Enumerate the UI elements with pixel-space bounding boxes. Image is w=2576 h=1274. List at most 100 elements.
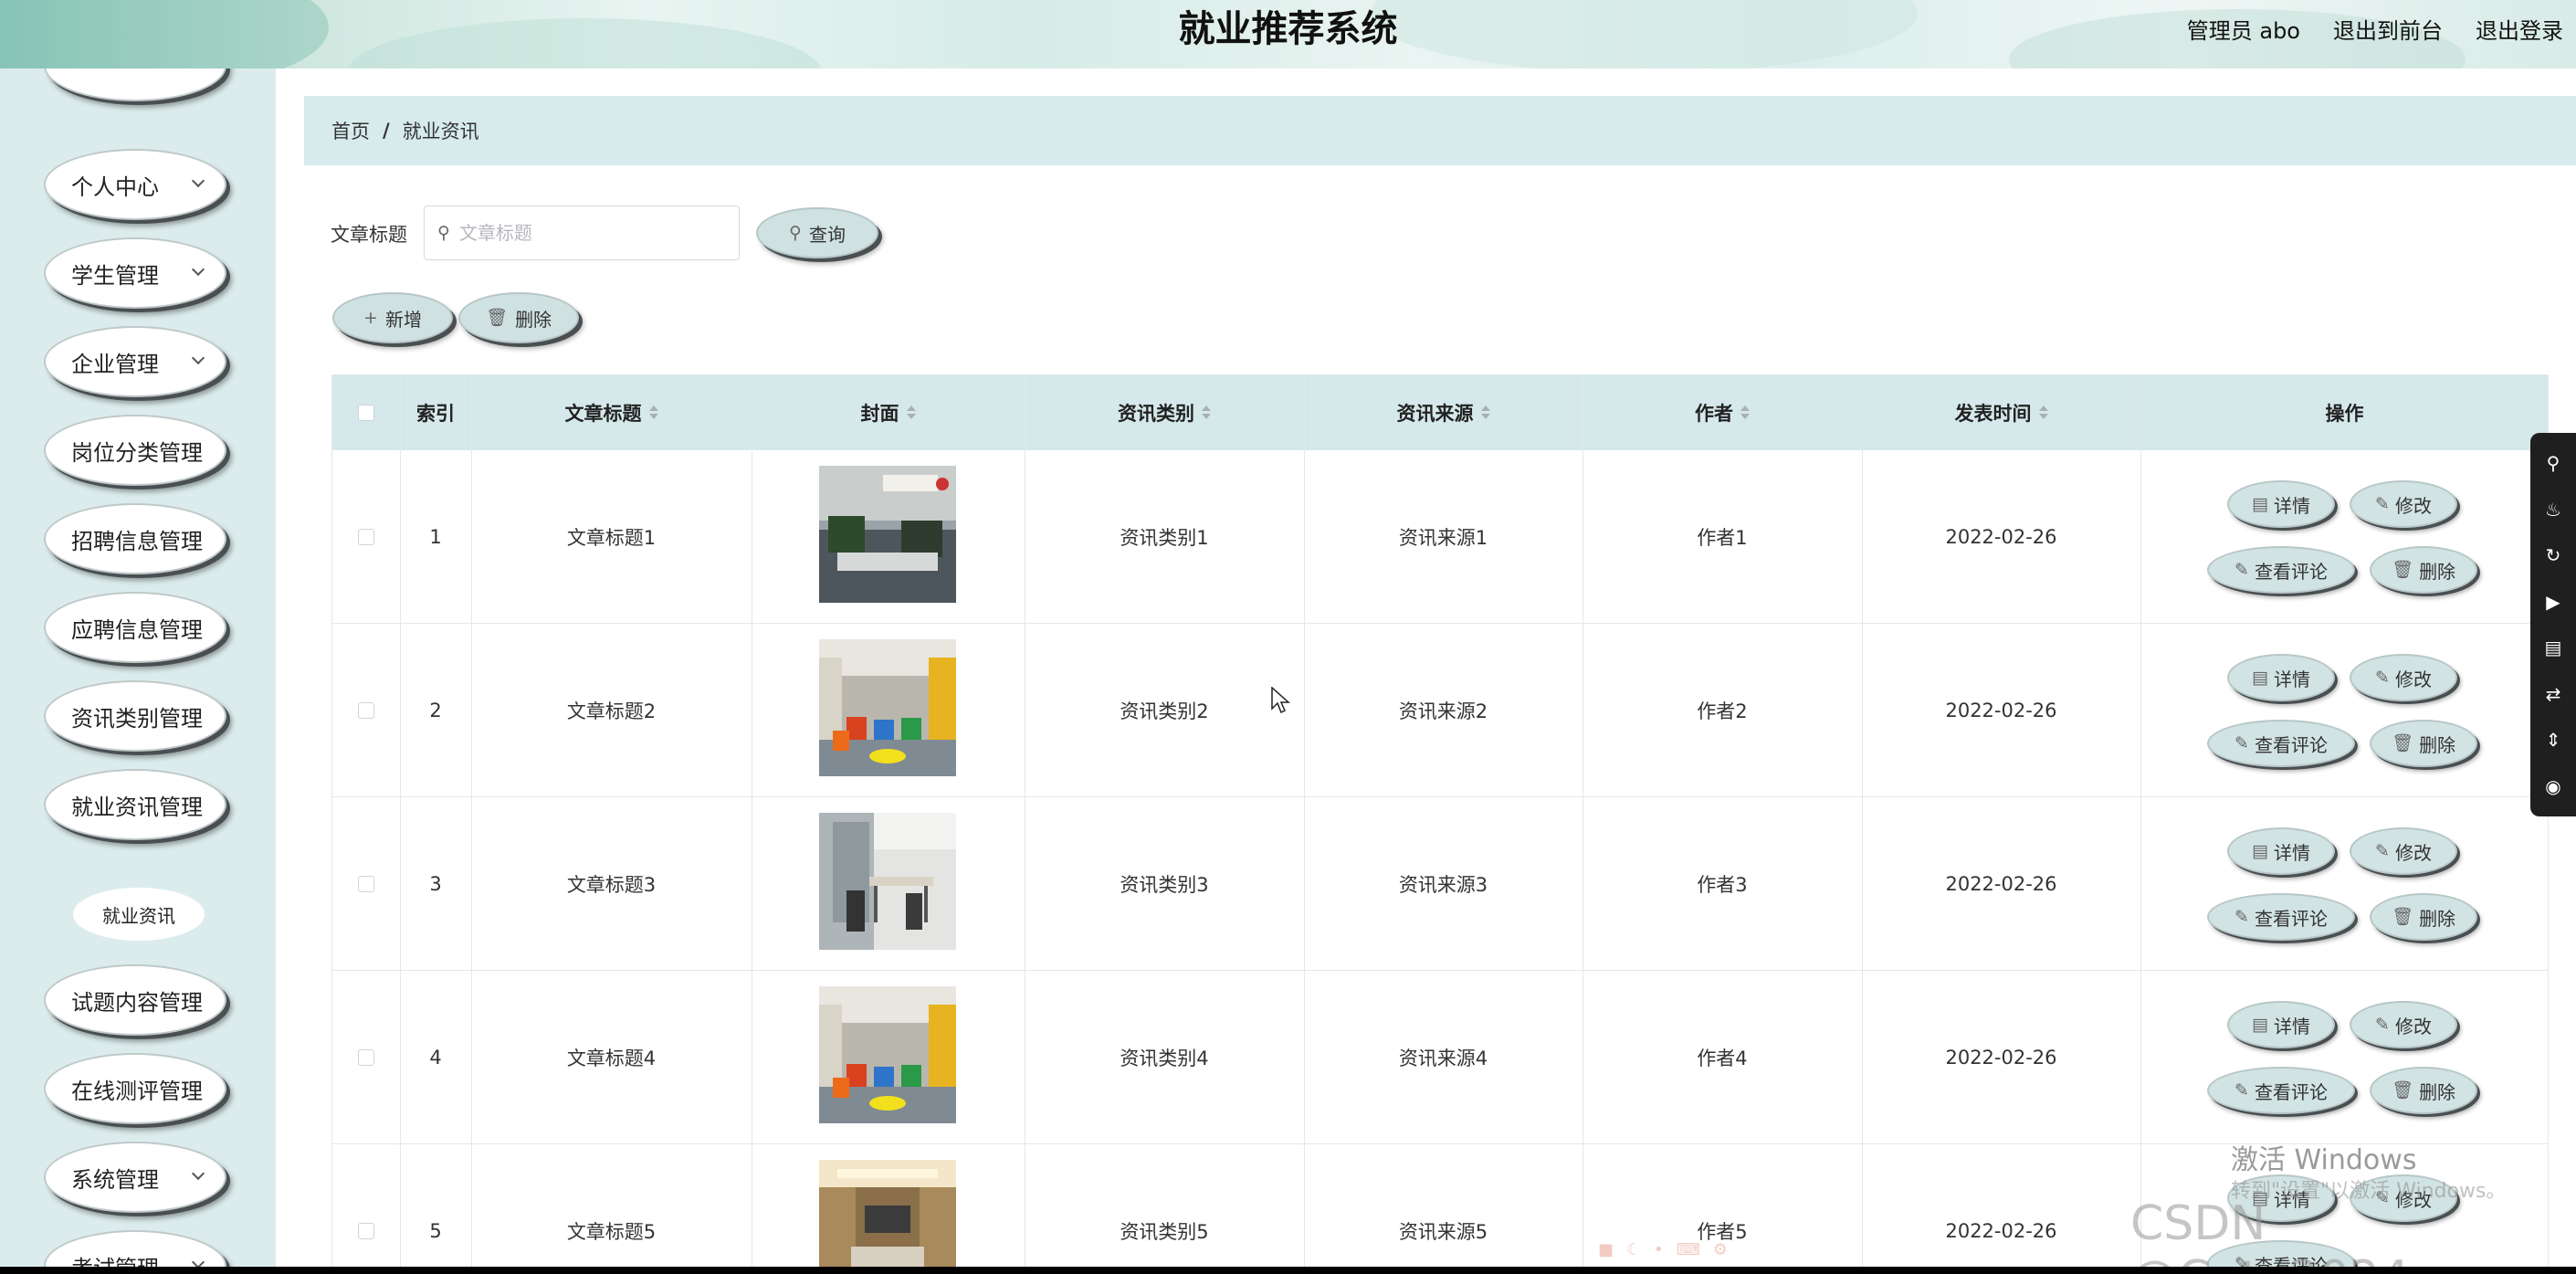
row-category: 资讯类别3 [1120, 873, 1209, 896]
row-checkbox[interactable] [357, 1222, 374, 1239]
row-author: 作者4 [1697, 1047, 1748, 1069]
sidebar-item-online-assessment[interactable]: 在线测评管理 [44, 1053, 226, 1124]
sidebar-subitem-employment-news[interactable]: 就业资讯 [73, 888, 205, 941]
sort-icon[interactable] [906, 405, 916, 419]
sort-icon[interactable] [2038, 405, 2048, 419]
chevron-down-icon [191, 262, 205, 277]
search-field[interactable]: ⚲ [424, 205, 740, 260]
search-icon[interactable]: ⚲ [2547, 452, 2560, 474]
sidebar-item-label: 就业资讯管理 [71, 794, 203, 820]
ime-gear-icon: ⚙ [1712, 1239, 1728, 1259]
logout-link[interactable]: 退出登录 [2476, 13, 2563, 45]
row-source: 资讯来源5 [1398, 1220, 1488, 1243]
row-checkbox[interactable] [357, 875, 374, 892]
sidebar-item-personal-center[interactable]: 个人中心 [44, 149, 226, 220]
pencil-icon: ✎ [2375, 1014, 2390, 1035]
document-icon[interactable]: ▤ [2545, 637, 2562, 658]
row-delete-button[interactable]: 🗑 删除 [2370, 1067, 2477, 1114]
sidebar-item-label: 岗位分类管理 [71, 439, 203, 466]
view-comments-button[interactable]: ✎ 查看评论 [2207, 1067, 2355, 1114]
chevron-down-icon [191, 1166, 205, 1181]
sidebar-item-home[interactable] [44, 68, 226, 101]
sort-icon[interactable] [1480, 405, 1490, 419]
view-comments-button[interactable]: ✎ 查看评论 [2207, 546, 2355, 594]
video-icon[interactable]: ▶ [2546, 591, 2560, 613]
sidebar-item-label: 在线测评管理 [71, 1078, 203, 1104]
trash-icon: 🗑 [2391, 559, 2414, 580]
edit-button[interactable]: ✎ 修改 [2350, 827, 2457, 875]
sidebar-item-applications[interactable]: 应聘信息管理 [44, 592, 226, 663]
add-button[interactable]: + 新增 [332, 292, 453, 343]
row-title: 文章标题3 [566, 873, 657, 896]
camera-icon[interactable]: ◉ [2545, 775, 2560, 797]
sort-icon[interactable] [648, 405, 658, 419]
edit-button[interactable]: ✎ 修改 [2350, 1001, 2457, 1048]
document-icon: ▤ [2252, 493, 2268, 514]
row-date: 2022-02-26 [1945, 1219, 2057, 1242]
detail-button[interactable]: ▤ 详情 [2227, 827, 2335, 875]
col-header-title[interactable]: 文章标题 [471, 374, 752, 450]
query-button-label: 查询 [808, 223, 846, 246]
row-checkbox[interactable] [357, 1048, 374, 1066]
row-index: 3 [429, 872, 442, 895]
row-delete-button[interactable]: 🗑 删除 [2370, 546, 2477, 594]
bulk-delete-button[interactable]: 🗑 删除 [458, 292, 579, 343]
ime-moon-icon: ☾ [1626, 1239, 1642, 1259]
select-all-checkbox[interactable] [357, 404, 374, 421]
sidebar-item-exams[interactable]: 考试管理 [44, 1230, 226, 1267]
sidebar-item-recruitment[interactable]: 招聘信息管理 [44, 503, 226, 574]
search-input[interactable] [458, 222, 706, 244]
breadcrumb-home[interactable]: 首页 [331, 117, 370, 144]
sidebar-item-questions[interactable]: 试题内容管理 [44, 964, 226, 1036]
col-header-date[interactable]: 发表时间 [1862, 374, 2140, 450]
expand-icon[interactable]: ⇕ [2546, 729, 2561, 751]
edit-button[interactable]: ✎ 修改 [2350, 480, 2457, 528]
breadcrumb-separator: / [383, 120, 390, 142]
exit-to-front-link[interactable]: 退出到前台 [2333, 13, 2443, 45]
cover-image [819, 466, 956, 603]
row-title: 文章标题1 [566, 526, 657, 549]
row-source: 资讯来源1 [1398, 526, 1488, 549]
row-date: 2022-02-26 [1945, 525, 2057, 548]
detail-button[interactable]: ▤ 详情 [2227, 654, 2335, 701]
row-delete-button[interactable]: 🗑 删除 [2370, 720, 2477, 767]
edit-button[interactable]: ✎ 修改 [2350, 654, 2457, 701]
sidebar-item-label: 试题内容管理 [71, 989, 203, 1016]
pencil-icon: ✎ [2375, 840, 2390, 861]
swap-icon[interactable]: ⇄ [2546, 683, 2561, 705]
detail-button-label: 详情 [2273, 841, 2310, 864]
refresh-icon[interactable]: ↻ [2546, 544, 2561, 566]
sidebar-item-news-categories[interactable]: 资讯类别管理 [44, 680, 226, 752]
row-delete-button[interactable]: 🗑 删除 [2370, 893, 2477, 941]
sort-icon[interactable] [1202, 405, 1211, 419]
view-comments-label: 查看评论 [2254, 560, 2328, 583]
pencil-icon: ✎ [2234, 559, 2249, 580]
view-comments-button[interactable]: ✎ 查看评论 [2207, 893, 2355, 941]
col-header-author-label: 作者 [1695, 402, 1733, 425]
col-header-category[interactable]: 资讯类别 [1025, 374, 1304, 450]
sidebar-item-system[interactable]: 系统管理 [44, 1142, 226, 1213]
row-checkbox[interactable] [357, 701, 374, 719]
detail-button[interactable]: ▤ 详情 [2227, 480, 2335, 528]
col-header-cover[interactable]: 封面 [752, 374, 1025, 450]
col-header-source[interactable]: 资讯来源 [1304, 374, 1582, 450]
row-source: 资讯来源4 [1398, 1047, 1488, 1069]
sidebar-item-label: 应聘信息管理 [71, 616, 203, 643]
fire-icon[interactable]: ♨ [2545, 499, 2561, 521]
query-button[interactable]: ⚲ 查询 [756, 207, 878, 258]
row-checkbox[interactable] [357, 528, 374, 545]
view-comments-button[interactable]: ✎ 查看评论 [2207, 720, 2355, 767]
table-header: 索引 文章标题 封面 资讯类别 资讯来源 作者 发表时间 操作 [331, 374, 2549, 450]
detail-button[interactable]: ▤ 详情 [2227, 1001, 2335, 1048]
document-icon: ▤ [2252, 667, 2268, 688]
search-label: 文章标题 [331, 224, 407, 246]
sidebar-item-job-categories[interactable]: 岗位分类管理 [44, 415, 226, 486]
edit-button-label: 修改 [2394, 494, 2432, 517]
sort-icon[interactable] [1740, 405, 1750, 419]
sidebar-item-employment-news[interactable]: 就业资讯管理 [44, 769, 226, 840]
sidebar-item-students[interactable]: 学生管理 [44, 237, 226, 309]
sidebar-item-companies[interactable]: 企业管理 [44, 326, 226, 397]
add-button-label: 新增 [384, 308, 422, 331]
detail-button-label: 详情 [2273, 1015, 2310, 1037]
col-header-author[interactable]: 作者 [1582, 374, 1862, 450]
